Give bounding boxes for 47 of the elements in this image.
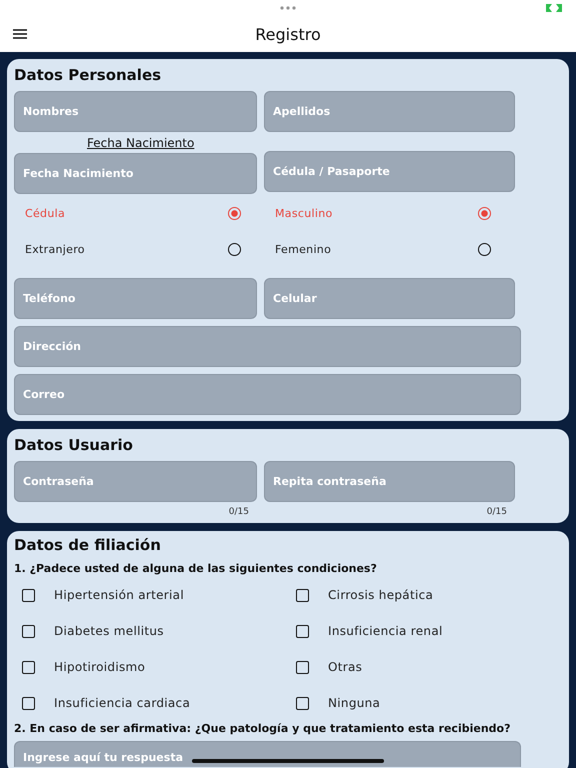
radio-label: Cédula <box>25 206 65 220</box>
checkbox[interactable] <box>296 696 309 710</box>
input-field[interactable]: Correo <box>14 374 521 415</box>
checkbox[interactable] <box>22 660 35 674</box>
multitasking-dots-icon[interactable] <box>280 6 296 10</box>
checkbox[interactable] <box>296 660 309 674</box>
character-counter: 0/15 <box>228 506 250 519</box>
section-title: Datos de filiación <box>14 536 162 556</box>
character-counter: 0/15 <box>486 506 508 519</box>
section-title: Datos Usuario <box>14 436 134 456</box>
input-field[interactable]: Teléfono <box>14 278 257 319</box>
input-field[interactable]: Apellidos <box>264 91 515 132</box>
checkbox-label: Insuficiencia cardiaca <box>54 696 190 710</box>
radio-label: Extranjero <box>25 242 85 256</box>
screen-mirroring-icon <box>546 4 562 12</box>
input-field[interactable]: Cédula / Pasaporte <box>264 151 515 192</box>
radio-button[interactable] <box>228 242 241 256</box>
radio-label: Masculino <box>275 206 332 220</box>
radio-button[interactable] <box>478 242 491 256</box>
section-title: Datos Personales <box>14 66 162 86</box>
checkbox-label: Diabetes mellitus <box>54 624 164 638</box>
checkbox[interactable] <box>296 624 309 638</box>
question-text: 1. ¿Padece usted de alguna de las siguientes condiciones? <box>14 561 378 577</box>
checkbox-label: Hipertensión arterial <box>54 588 184 602</box>
input-field[interactable]: Dirección <box>14 326 521 367</box>
input-field[interactable]: Nombres <box>14 91 257 132</box>
checkbox[interactable] <box>22 624 35 638</box>
answer-field[interactable]: Ingrese aquí tu respuesta <box>14 741 521 767</box>
menu-icon[interactable] <box>13 29 27 39</box>
checkbox-label: Cirrosis hepática <box>328 588 434 602</box>
radio-label: Femenino <box>275 242 332 256</box>
question-text: 2. En caso de ser afirmativa: ¿Que patología y que tratamiento esta recibiendo? <box>14 721 512 737</box>
radio-button[interactable] <box>478 206 491 220</box>
radio-button[interactable] <box>228 206 241 220</box>
checkbox-label: Hipotiroidismo <box>54 660 146 674</box>
birth-date-link[interactable]: Fecha Nacimiento <box>87 136 194 150</box>
checkbox-label: Otras <box>328 660 362 674</box>
checkbox[interactable] <box>22 696 35 710</box>
password-field[interactable]: Repita contraseña <box>264 461 515 502</box>
checkbox[interactable] <box>22 588 35 602</box>
checkbox[interactable] <box>296 588 309 602</box>
checkbox-label: Insuficiencia renal <box>328 624 443 638</box>
page-title: Registro <box>255 24 321 44</box>
password-field[interactable]: Contraseña <box>14 461 257 502</box>
input-field[interactable]: Celular <box>264 278 515 319</box>
checkbox-label: Ninguna <box>328 696 380 710</box>
input-field[interactable]: Fecha Nacimiento <box>14 153 257 194</box>
